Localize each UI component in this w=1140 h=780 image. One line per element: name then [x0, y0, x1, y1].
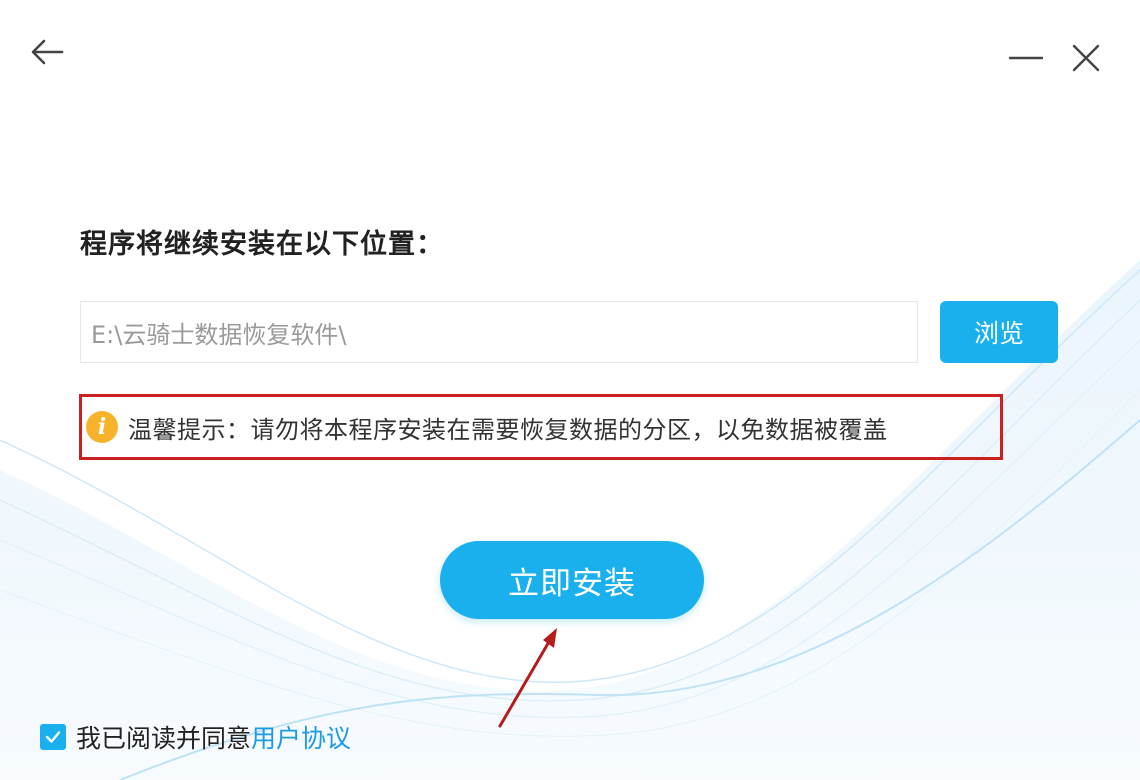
install-path-input[interactable]: [80, 301, 918, 363]
background-waves: [0, 260, 1140, 780]
close-button[interactable]: [1064, 36, 1108, 80]
arrow-left-icon: [31, 39, 64, 65]
checkmark-icon: [45, 731, 61, 743]
agreement-text: 我已阅读并同意: [76, 724, 252, 753]
user-agreement-link[interactable]: 用户协议: [251, 719, 351, 755]
install-location-label: 程序将继续安装在以下位置：: [80, 229, 444, 260]
back-button[interactable]: [26, 32, 70, 72]
info-icon: i: [86, 411, 118, 443]
warning-tip-text: 温馨提示：请勿将本程序安装在需要恢复数据的分区，以免数据被覆盖: [128, 415, 888, 444]
agreement-row: 我已阅读并同意 用户协议: [40, 719, 351, 755]
minimize-button[interactable]: [1004, 36, 1048, 80]
agreement-checkbox[interactable]: [40, 724, 66, 750]
browse-button[interactable]: 浏览: [940, 301, 1058, 363]
warning-tip: i 温馨提示：请勿将本程序安装在需要恢复数据的分区，以免数据被覆盖: [79, 394, 1003, 460]
minimize-icon: [1008, 56, 1044, 60]
close-icon: [1072, 44, 1100, 72]
installer-window: 程序将继续安装在以下位置： 浏览 i 温馨提示：请勿将本程序安装在需要恢复数据的…: [0, 0, 1140, 780]
install-now-button[interactable]: 立即安装: [440, 541, 704, 619]
